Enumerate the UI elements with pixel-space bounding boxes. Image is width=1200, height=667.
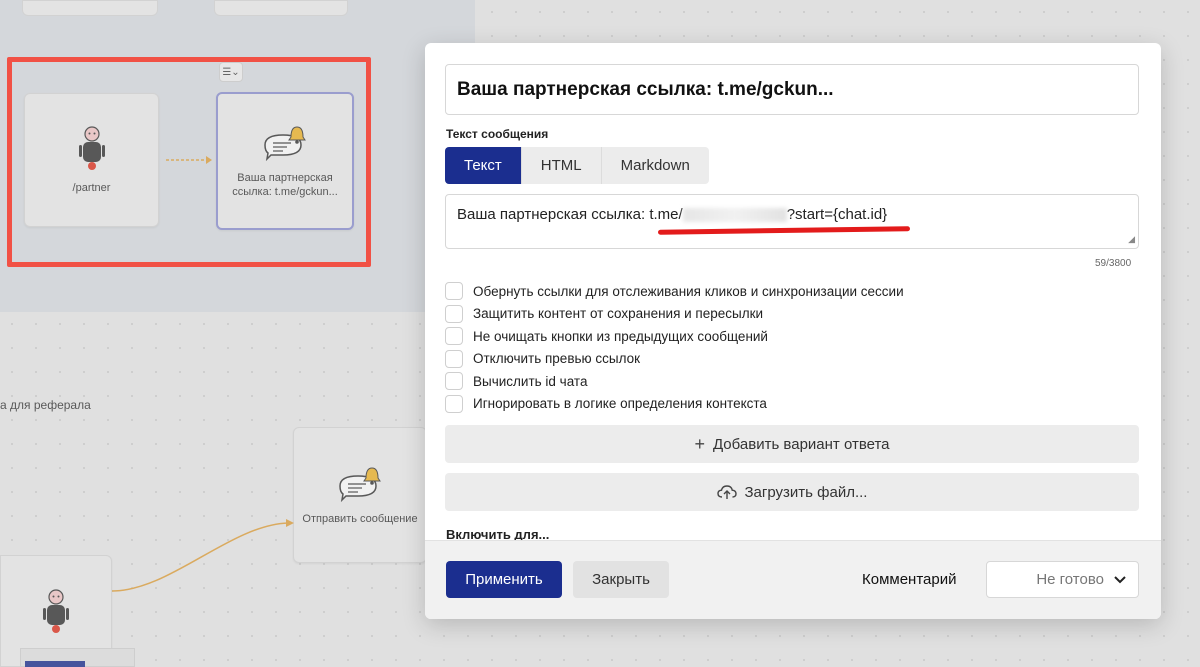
message-text-label: Текст сообщения: [446, 127, 549, 141]
message-title-input[interactable]: Ваша партнерская ссылка: t.me/gckun...: [445, 64, 1139, 115]
option-label: Обернуть ссылки для отслеживания кликов …: [473, 283, 904, 299]
checkbox[interactable]: [445, 282, 463, 301]
option-keep-buttons[interactable]: Не очищать кнопки из предыдущих сообщени…: [445, 325, 904, 348]
option-wrap-links[interactable]: Обернуть ссылки для отслеживания кликов …: [445, 280, 904, 303]
close-button[interactable]: Закрыть: [573, 561, 669, 598]
checkbox[interactable]: [445, 372, 463, 391]
upload-file-label: Загрузить файл...: [744, 483, 868, 501]
add-answer-button[interactable]: + Добавить вариант ответа: [445, 425, 1139, 463]
dialog-footer: Применить Закрыть Комментарий Не готово: [425, 540, 1161, 619]
option-protect-content[interactable]: Защитить контент от сохранения и пересыл…: [445, 303, 904, 326]
format-tabs: Текст HTML Markdown: [445, 147, 709, 184]
option-compute-chat-id[interactable]: Вычислить id чата: [445, 370, 904, 393]
redacted-text: [682, 208, 787, 223]
apply-button[interactable]: Применить: [446, 561, 562, 598]
status-value: Не готово: [1036, 571, 1104, 588]
chevron-down-icon: [1114, 572, 1126, 587]
tab-markdown[interactable]: Markdown: [601, 147, 709, 184]
comment-link[interactable]: Комментарий: [862, 571, 956, 588]
add-answer-label: Добавить вариант ответа: [712, 435, 890, 453]
checkbox[interactable]: [445, 394, 463, 413]
option-label: Вычислить id чата: [473, 373, 588, 389]
message-link-end: ?start={chat.id}: [786, 206, 888, 223]
tab-html[interactable]: HTML: [521, 147, 602, 184]
status-select[interactable]: Не готово: [986, 561, 1139, 598]
tab-text[interactable]: Текст: [445, 147, 522, 184]
upload-file-button[interactable]: Загрузить файл...: [445, 473, 1139, 511]
resize-handle-icon[interactable]: ◢: [1128, 234, 1135, 245]
option-label: Отключить превью ссылок: [473, 351, 641, 367]
checkbox[interactable]: [445, 304, 463, 323]
highlight-underline-annotation: [657, 226, 911, 235]
checkbox[interactable]: [445, 349, 463, 368]
option-label: Игнорировать в логике определения контек…: [473, 396, 767, 412]
message-text-prefix: Ваша партнерская ссылка:: [457, 206, 650, 223]
message-edit-dialog: Ваша партнерская ссылка: t.me/gckun... Т…: [425, 43, 1161, 619]
option-ignore-context[interactable]: Игнорировать в логике определения контек…: [445, 393, 904, 416]
character-counter: 59/3800: [1095, 258, 1132, 269]
options-list: Обернуть ссылки для отслеживания кликов …: [445, 280, 904, 415]
option-label: Защитить контент от сохранения и пересыл…: [473, 306, 764, 322]
cloud-upload-icon: [716, 485, 737, 499]
checkbox[interactable]: [445, 327, 463, 346]
message-link-start: t.me/: [649, 206, 683, 223]
option-label: Не очищать кнопки из предыдущих сообщени…: [473, 328, 768, 344]
plus-icon: +: [694, 434, 705, 454]
option-disable-preview[interactable]: Отключить превью ссылок: [445, 348, 904, 371]
message-text-area[interactable]: Ваша партнерская ссылка: t.me/ ?start={ch…: [445, 194, 1139, 249]
